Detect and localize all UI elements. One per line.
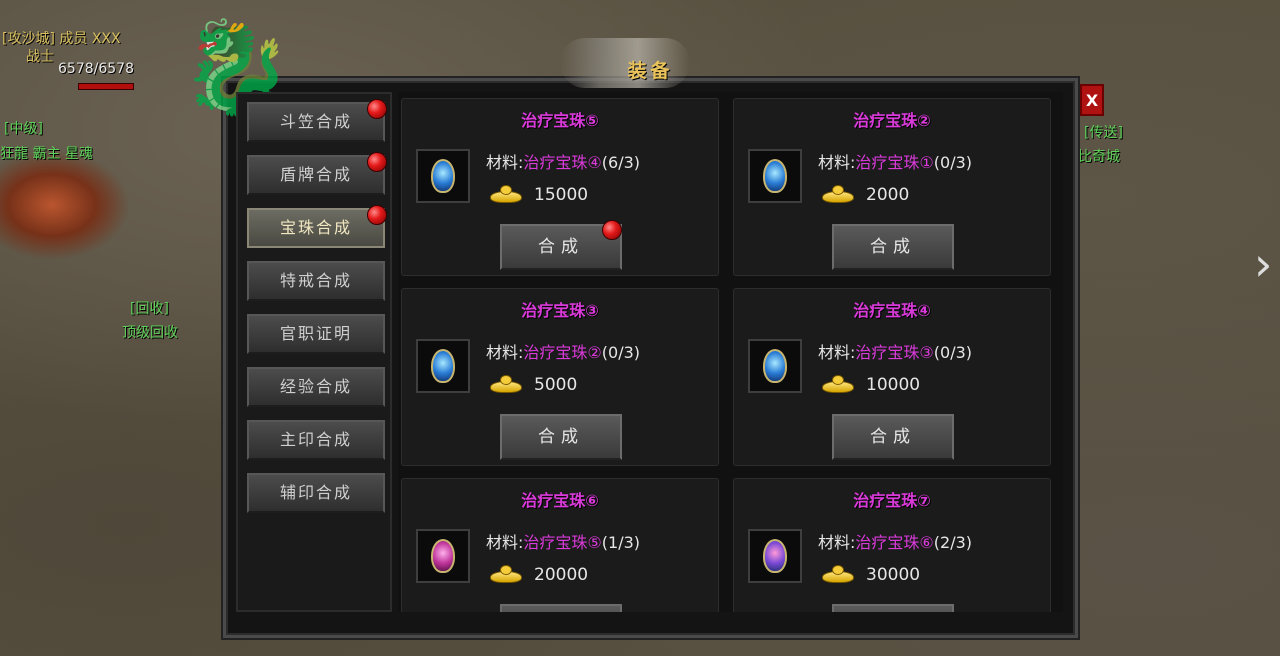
material-count: (2/3) <box>933 533 972 552</box>
craft-button[interactable]: 合成 <box>832 414 954 460</box>
craft-button[interactable]: 合成 <box>832 604 954 612</box>
material-prefix: 材料: <box>818 153 856 172</box>
recipe-title: 治疗宝珠② <box>853 111 931 130</box>
material-count: (1/3) <box>601 533 640 552</box>
gem-icon <box>763 159 787 193</box>
recipe-card: 治疗宝珠② 材料:治疗宝珠①(0/3) 2000 合成 <box>733 98 1051 276</box>
notification-badge-icon <box>602 220 622 240</box>
recipe-title: 治疗宝珠⑦ <box>853 491 931 510</box>
material-name[interactable]: 治疗宝珠④ <box>523 153 601 172</box>
material-count: (0/3) <box>601 343 640 362</box>
material-name[interactable]: 治疗宝珠① <box>855 153 933 172</box>
recipe-title: 治疗宝珠④ <box>853 301 931 320</box>
recipe-card: 治疗宝珠④ 材料:治疗宝珠③(0/3) 10000 合成 <box>733 288 1051 466</box>
recipe-title: 治疗宝珠③ <box>521 301 599 320</box>
material-name[interactable]: 治疗宝珠③ <box>855 343 933 362</box>
material-line: 材料:治疗宝珠⑤(1/3) <box>486 529 640 553</box>
gold-cost: 10000 <box>866 375 921 395</box>
material-prefix: 材料: <box>486 533 524 552</box>
material-line: 材料:治疗宝珠⑥(2/3) <box>818 529 972 553</box>
recipe-card: 治疗宝珠⑤ 材料:治疗宝珠④(6/3) 15000 合成 <box>401 98 719 276</box>
material-count: (0/3) <box>933 343 972 362</box>
gem-icon <box>431 349 455 383</box>
gold-ingot-icon <box>490 565 522 585</box>
gold-cost: 20000 <box>534 565 589 585</box>
material-line: 材料:治疗宝珠④(6/3) <box>486 149 640 173</box>
gold-cost: 5000 <box>534 375 578 395</box>
recipe-card: 治疗宝珠③ 材料:治疗宝珠②(0/3) 5000 合成 <box>401 288 719 466</box>
recipe-card: 治疗宝珠⑥ 材料:治疗宝珠⑤(1/3) 20000 合成 <box>401 478 719 612</box>
material-name[interactable]: 治疗宝珠② <box>523 343 601 362</box>
gem-icon <box>431 159 455 193</box>
gold-cost: 15000 <box>534 185 589 205</box>
item-slot[interactable] <box>416 529 470 583</box>
material-line: 材料:治疗宝珠③(0/3) <box>818 339 972 363</box>
gold-ingot-icon <box>490 375 522 395</box>
item-slot[interactable] <box>748 339 802 393</box>
recipe-card: 治疗宝珠⑦ 材料:治疗宝珠⑥(2/3) 30000 合成 <box>733 478 1051 612</box>
material-name[interactable]: 治疗宝珠⑥ <box>855 533 933 552</box>
material-prefix: 材料: <box>818 343 856 362</box>
material-line: 材料:治疗宝珠②(0/3) <box>486 339 640 363</box>
material-count: (6/3) <box>601 153 640 172</box>
gold-cost: 30000 <box>866 565 921 585</box>
gold-cost: 2000 <box>866 185 910 205</box>
gold-ingot-icon <box>822 565 854 585</box>
item-slot[interactable] <box>748 529 802 583</box>
recipe-title: 治疗宝珠⑤ <box>521 111 599 130</box>
item-slot[interactable] <box>416 149 470 203</box>
craft-button[interactable]: 合成 <box>832 224 954 270</box>
material-prefix: 材料: <box>818 533 856 552</box>
gem-icon <box>763 539 787 573</box>
gold-ingot-icon <box>822 185 854 205</box>
item-slot[interactable] <box>416 339 470 393</box>
craft-button[interactable]: 合成 <box>500 414 622 460</box>
gold-ingot-icon <box>822 375 854 395</box>
recipe-title: 治疗宝珠⑥ <box>521 491 599 510</box>
material-prefix: 材料: <box>486 343 524 362</box>
material-name[interactable]: 治疗宝珠⑤ <box>523 533 601 552</box>
craft-button[interactable]: 合成 <box>500 604 622 612</box>
material-prefix: 材料: <box>486 153 524 172</box>
gold-ingot-icon <box>490 185 522 205</box>
gem-icon <box>431 539 455 573</box>
item-slot[interactable] <box>748 149 802 203</box>
material-count: (0/3) <box>933 153 972 172</box>
material-line: 材料:治疗宝珠①(0/3) <box>818 149 972 173</box>
gem-icon <box>763 349 787 383</box>
